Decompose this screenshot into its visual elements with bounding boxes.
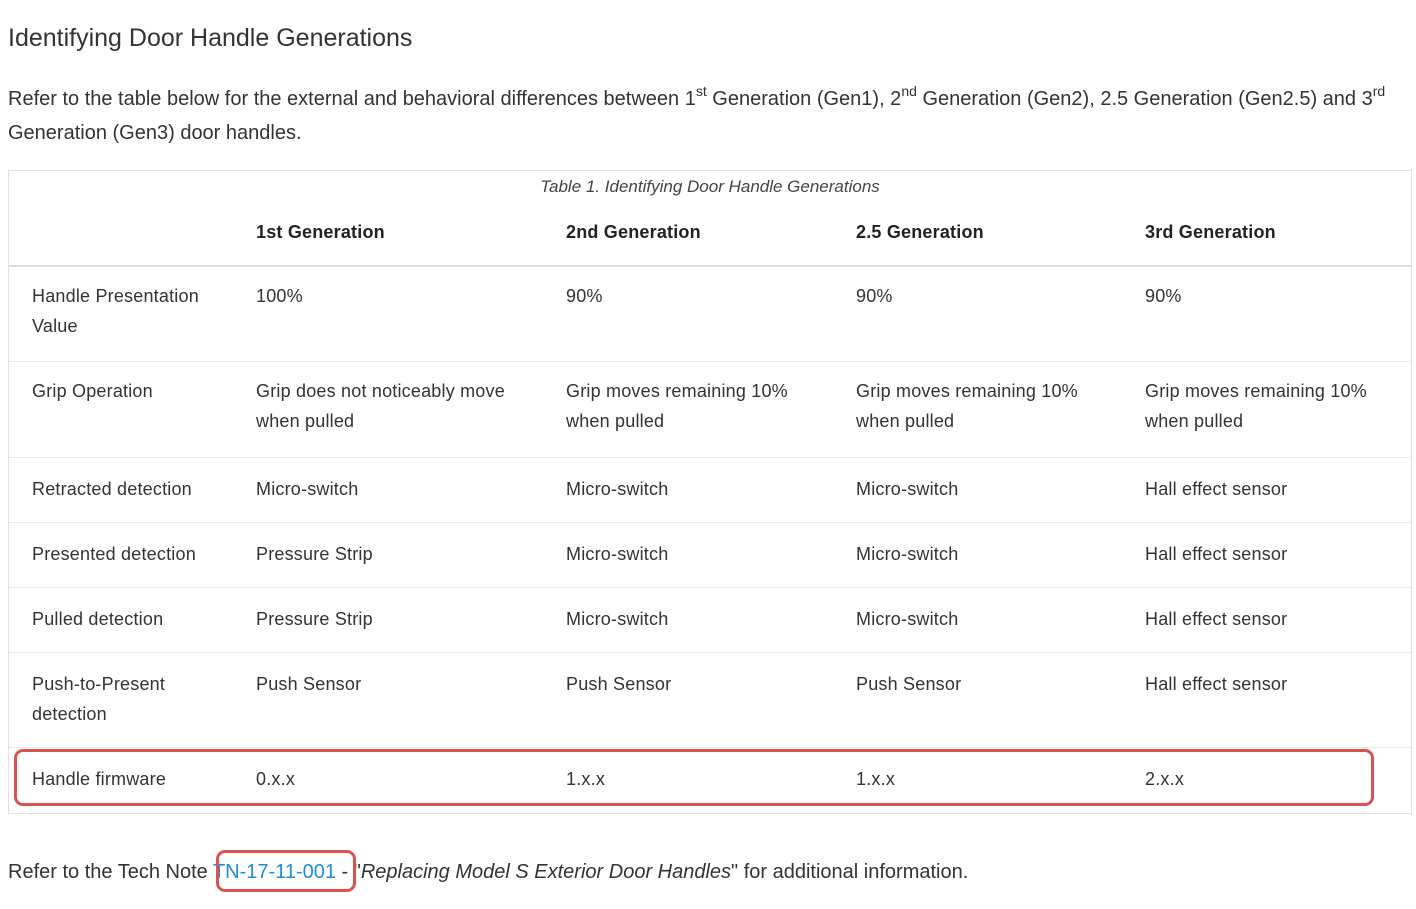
table-row: Retracted detection Micro-switch Micro-s… bbox=[9, 458, 1411, 523]
table-row: Grip Operation Grip does not noticeably … bbox=[9, 362, 1411, 458]
table-header-cell: 1st Generation bbox=[256, 222, 385, 242]
table-header-cell: 2.5 Generation bbox=[856, 222, 984, 242]
table-cell: 100% bbox=[256, 286, 303, 306]
table-cell: Micro-switch bbox=[856, 544, 959, 564]
table-cell: 90% bbox=[566, 286, 603, 306]
table-cell: Grip Operation bbox=[32, 381, 153, 401]
table-cell: Pressure Strip bbox=[256, 544, 373, 564]
intro-superscript: rd bbox=[1372, 83, 1386, 99]
table-cell: Hall effect sensor bbox=[1145, 674, 1288, 694]
intro-text: Generation (Gen3) door handles. bbox=[8, 122, 302, 144]
table-cell: Micro-switch bbox=[566, 479, 669, 499]
table-header-cell: 2nd Generation bbox=[566, 222, 701, 242]
tech-note-title: Replacing Model S Exterior Door Handles bbox=[360, 861, 732, 883]
table-row: Presented detection Pressure Strip Micro… bbox=[9, 523, 1411, 588]
page-title: Identifying Door Handle Generations bbox=[8, 24, 413, 52]
intro-superscript: nd bbox=[901, 83, 917, 99]
intro-text: Generation (Gen1), 2 bbox=[706, 88, 902, 110]
footer-note: Refer to the Tech Note TN-17-11-001 - "R… bbox=[8, 857, 968, 887]
table-cell: Grip moves remaining 10% when pulled bbox=[856, 381, 1078, 431]
table-cell: Push Sensor bbox=[856, 674, 962, 694]
table-cell: Micro-switch bbox=[856, 479, 959, 499]
footer-text: " for additional information. bbox=[731, 861, 969, 883]
table-cell: 90% bbox=[856, 286, 893, 306]
table-cell: 90% bbox=[1145, 286, 1182, 306]
table-row: Handle Presentation Value 100% 90% 90% 9… bbox=[9, 267, 1411, 362]
table-header-row: 1st Generation 2nd Generation 2.5 Genera… bbox=[9, 171, 1411, 267]
table-cell: Grip moves remaining 10% when pulled bbox=[566, 381, 788, 431]
table-row: Pulled detection Pressure Strip Micro-sw… bbox=[9, 588, 1411, 653]
table-cell: Micro-switch bbox=[256, 479, 359, 499]
link-highlight bbox=[216, 850, 356, 892]
table-cell: Push Sensor bbox=[566, 674, 672, 694]
generations-table: Table 1. Identifying Door Handle Generat… bbox=[8, 170, 1412, 814]
table-cell: Micro-switch bbox=[566, 609, 669, 629]
table-cell: Grip moves remaining 10% when pulled bbox=[1145, 381, 1367, 431]
table-cell: Presented detection bbox=[32, 544, 196, 564]
table-header-cell: 3rd Generation bbox=[1145, 222, 1276, 242]
intro-paragraph: Refer to the table below for the externa… bbox=[8, 82, 1408, 150]
table-cell: Pulled detection bbox=[32, 609, 164, 629]
intro-text: Generation (Gen2), 2.5 Generation (Gen2.… bbox=[916, 88, 1373, 110]
table-cell: Retracted detection bbox=[32, 479, 192, 499]
table-cell: Hall effect sensor bbox=[1145, 544, 1288, 564]
table-cell: Micro-switch bbox=[856, 609, 959, 629]
table-row: Push-to-Present detection Push Sensor Pu… bbox=[9, 653, 1411, 748]
footer-text: Refer to the Tech Note bbox=[8, 861, 213, 883]
table-cell: Handle Presentation Value bbox=[32, 286, 199, 336]
table-cell: Pressure Strip bbox=[256, 609, 373, 629]
table-cell: Hall effect sensor bbox=[1145, 479, 1288, 499]
table-cell: Grip does not noticeably move when pulle… bbox=[256, 381, 505, 431]
intro-superscript: st bbox=[695, 83, 707, 99]
table-cell: Push-to-Present detection bbox=[32, 674, 166, 724]
intro-text: Refer to the table below for the externa… bbox=[8, 88, 696, 110]
firmware-row-highlight bbox=[14, 749, 1374, 806]
table-cell: Micro-switch bbox=[566, 544, 669, 564]
table-cell: Push Sensor bbox=[256, 674, 362, 694]
table-cell: Hall effect sensor bbox=[1145, 609, 1288, 629]
